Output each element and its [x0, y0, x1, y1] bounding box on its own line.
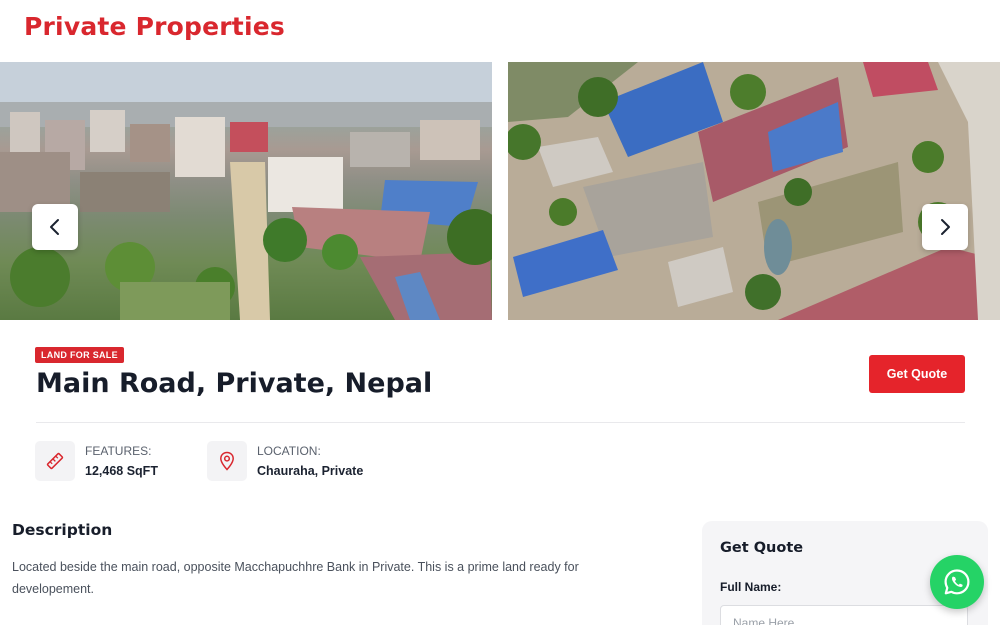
full-name-label: Full Name:	[720, 580, 782, 594]
description-heading: Description	[12, 521, 113, 539]
get-quote-button[interactable]: Get Quote	[869, 355, 965, 393]
listing-type-badge: LAND FOR SALE	[35, 347, 124, 363]
section-divider	[36, 422, 965, 423]
chevron-right-icon	[941, 219, 950, 235]
property-title: Main Road, Private, Nepal	[36, 368, 433, 399]
gallery-photo-aerial-view	[508, 62, 1000, 320]
description-text: Located beside the main road, opposite M…	[12, 560, 579, 596]
aerial-view-illustration	[508, 62, 1000, 320]
whatsapp-chat-button[interactable]	[930, 555, 984, 609]
ruler-icon	[35, 441, 75, 481]
quote-form-title: Get Quote	[720, 540, 804, 556]
street-view-illustration	[0, 62, 492, 320]
location-pin-icon	[207, 441, 247, 481]
feature-area: FEATURES: 12,468 SqFT	[35, 441, 195, 483]
gallery-prev-button[interactable]	[32, 204, 78, 250]
whatsapp-icon	[944, 569, 970, 595]
feature-area-label: FEATURES:	[85, 444, 152, 458]
gallery-separator	[492, 62, 508, 320]
feature-location-value: Chauraha, Private	[257, 464, 364, 478]
chevron-left-icon	[50, 219, 59, 235]
feature-location: LOCATION: Chauraha, Private	[207, 441, 407, 483]
gallery-next-button[interactable]	[922, 204, 968, 250]
property-image-gallery	[0, 62, 1000, 320]
feature-area-value: 12,468 SqFT	[85, 464, 158, 478]
feature-location-label: LOCATION:	[257, 444, 321, 458]
gallery-photo-street-view	[0, 62, 492, 320]
full-name-input[interactable]	[720, 605, 968, 625]
site-logo-text[interactable]: Private Properties	[24, 12, 285, 41]
